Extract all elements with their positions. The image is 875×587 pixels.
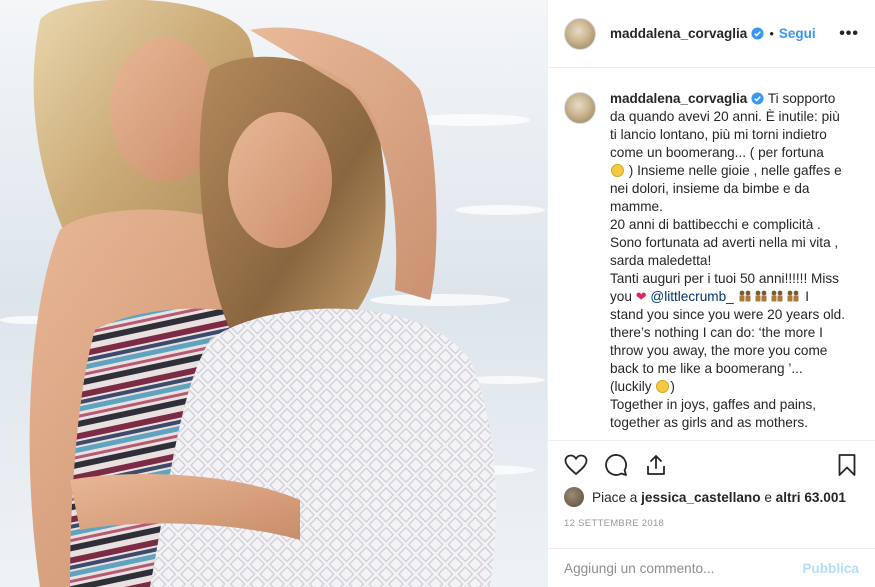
caption-line: Ti sopporto bbox=[767, 91, 836, 106]
caption-line: together as girls and as mothers. bbox=[610, 415, 808, 430]
caption-area: maddalena_corvaglia Ti sopporto da quand… bbox=[548, 68, 875, 440]
caption-line: throw you away, the more you come bbox=[610, 343, 828, 358]
post-photo[interactable] bbox=[0, 0, 547, 587]
more-options-icon[interactable]: ••• bbox=[839, 25, 859, 43]
bookmark-icon bbox=[838, 453, 856, 476]
caption-line: ) Insieme nelle gioie , nelle gaffes e bbox=[625, 163, 842, 178]
caption-line: Together in joys, gaffes and pains, bbox=[610, 397, 817, 412]
caption-line: there’s nothing I can do: ‘the more I bbox=[610, 325, 823, 340]
caption-line: mamme. bbox=[610, 199, 663, 214]
red-heart-emoji-icon: ❤ bbox=[635, 289, 647, 304]
caption-author-username[interactable]: maddalena_corvaglia bbox=[610, 91, 747, 106]
caption-line: I bbox=[805, 289, 810, 304]
likes-and: e bbox=[764, 489, 772, 505]
photo-illustration bbox=[0, 0, 547, 587]
liker-avatar[interactable] bbox=[564, 487, 584, 507]
comment-icon bbox=[605, 453, 627, 476]
comment-button[interactable] bbox=[604, 453, 628, 477]
add-comment-bar: Aggiungi un commento... Pubblica bbox=[548, 548, 875, 587]
caption-line: sarda maledetta! bbox=[610, 253, 712, 268]
share-button[interactable] bbox=[644, 453, 668, 477]
separator-dot: • bbox=[769, 26, 774, 41]
follow-button[interactable]: Segui bbox=[779, 26, 816, 41]
likes-prefix: Piace a bbox=[592, 489, 638, 505]
caption-line: come un boomerang... ( per fortuna bbox=[610, 145, 824, 160]
publish-button[interactable]: Pubblica bbox=[802, 561, 859, 576]
caption-line: 20 anni di battibecchi e complicità . bbox=[610, 217, 821, 232]
caption-line: (luckily bbox=[610, 379, 652, 394]
liker-username[interactable]: jessica_castellano bbox=[641, 490, 760, 505]
caption-line: you bbox=[610, 289, 632, 304]
mention-link[interactable]: @littlecrumb_ bbox=[650, 289, 733, 304]
women-pair-emoji-icon bbox=[755, 290, 767, 302]
women-pair-emoji-icon bbox=[787, 290, 799, 302]
caption-line: nei dolori, insieme da bimbe e da bbox=[610, 181, 810, 196]
post-date[interactable]: 12 settembre 2018 bbox=[564, 518, 664, 529]
caption-line: Tanti auguri per i tuoi 50 anni!!!!!! Mi… bbox=[610, 271, 839, 286]
caption-line: stand you since you were 20 years old. bbox=[610, 307, 846, 322]
caption-text: maddalena_corvaglia Ti sopporto da quand… bbox=[610, 90, 850, 440]
author-username[interactable]: maddalena_corvaglia bbox=[610, 26, 747, 41]
save-button[interactable] bbox=[835, 453, 859, 477]
grinning-emoji-icon bbox=[656, 380, 670, 393]
caption-line: back to me like a boomerang ’... bbox=[610, 361, 803, 376]
instagram-post: maddalena_corvaglia • Segui ••• maddalen… bbox=[0, 0, 875, 587]
caption-line: ) bbox=[670, 379, 675, 394]
caption-line: Sono fortunata ad averti nella mi vita , bbox=[610, 235, 839, 250]
share-icon bbox=[647, 454, 665, 475]
caption-line: ti lancio lontano, più mi torni indietro bbox=[610, 127, 827, 142]
verified-badge-icon bbox=[751, 27, 764, 40]
comment-input[interactable]: Aggiungi un commento... bbox=[564, 561, 714, 576]
likes-summary: Piace a jessica_castellano e altri 63.00… bbox=[564, 486, 846, 508]
verified-badge-icon bbox=[751, 92, 764, 105]
caption-author-avatar[interactable] bbox=[564, 92, 596, 124]
likes-count[interactable]: altri 63.001 bbox=[776, 490, 846, 505]
grinning-emoji-icon bbox=[611, 164, 624, 177]
post-header: maddalena_corvaglia • Segui ••• bbox=[548, 0, 875, 68]
author-avatar[interactable] bbox=[564, 17, 596, 50]
women-pair-emoji-icon bbox=[739, 290, 751, 302]
post-side-panel: maddalena_corvaglia • Segui ••• maddalen… bbox=[547, 0, 875, 587]
like-button[interactable] bbox=[564, 453, 588, 477]
women-pair-emoji-icon bbox=[771, 290, 783, 302]
heart-icon bbox=[564, 454, 588, 475]
caption-line: da quando avevi 20 anni. È inutile: più bbox=[610, 109, 840, 124]
action-bar bbox=[548, 440, 875, 488]
